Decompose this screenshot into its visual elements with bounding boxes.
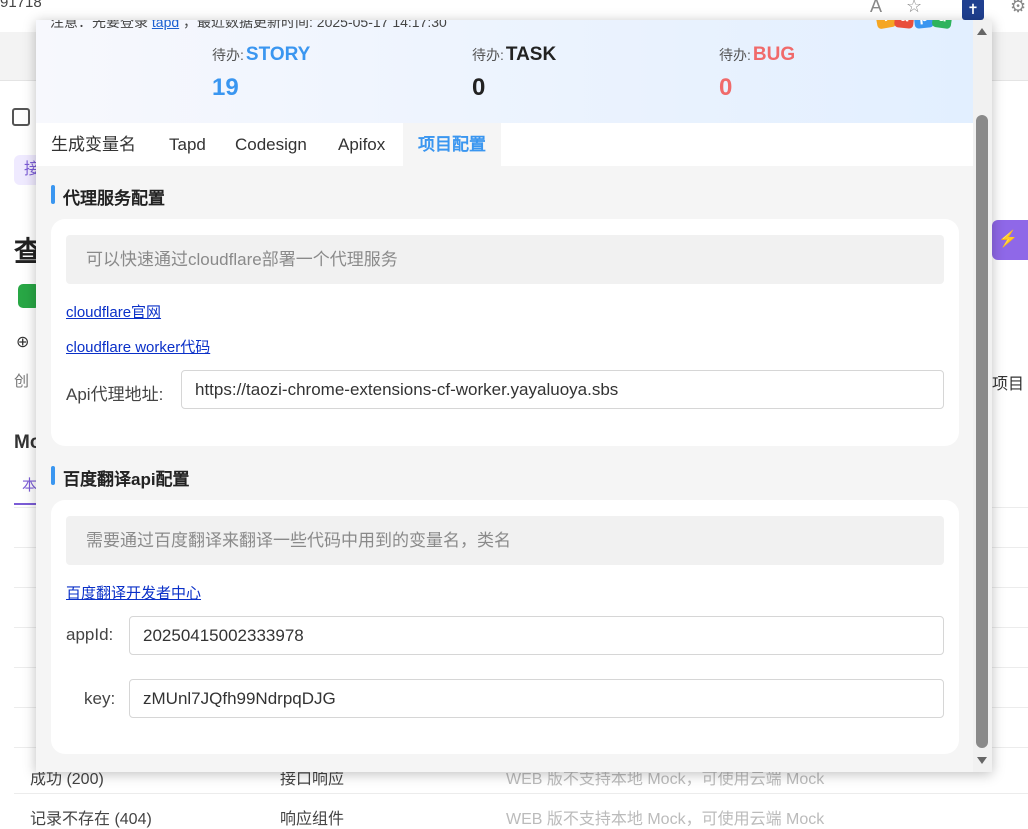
- stat-bug-value: 0: [719, 74, 733, 101]
- logo-letter: T: [874, 20, 897, 30]
- proxy-hint: 可以快速通过cloudflare部署一个代理服务: [66, 235, 944, 284]
- stat-bug-head: 待办: BUG: [719, 44, 795, 66]
- login-notice: 注意：先要登录 tapd ，最近数据更新时间: 2025-05-17 14:17…: [50, 20, 447, 32]
- api-proxy-label: Api代理地址:: [66, 385, 164, 404]
- appid-label: appId:: [66, 625, 114, 644]
- stat-story-head: 待办: STORY: [212, 44, 310, 66]
- row-name: 记录不存在 (404): [30, 811, 152, 828]
- stat-bug[interactable]: 待办: BUG 0: [719, 44, 795, 102]
- tab-project-config[interactable]: 项目配置: [403, 123, 501, 166]
- extension-popup: 注意：先要登录 tapd ，最近数据更新时间: 2025-05-17 14:17…: [36, 20, 992, 772]
- row-divider: [14, 793, 1028, 794]
- notice-prefix: 注意：先要登录: [50, 20, 148, 30]
- tab-apifox[interactable]: Apifox: [323, 123, 400, 166]
- api-proxy-input[interactable]: https://taozi-chrome-extensions-cf-worke…: [181, 370, 944, 409]
- background-tab-underline: [14, 503, 38, 505]
- baidu-card: 需要通过百度翻译来翻译一些代码中用到的变量名，类名 百度翻译开发者中心 appI…: [51, 500, 959, 754]
- stat-task-type: TASK: [505, 44, 557, 65]
- scroll-down-arrow-icon[interactable]: [977, 757, 987, 764]
- notice-suffix: ，最近数据更新时间: 2025-05-17 14:17:30: [183, 20, 447, 30]
- stat-story[interactable]: 待办: STORY 19: [212, 44, 310, 102]
- stat-task-label: 待办:: [472, 47, 504, 63]
- baidu-hint: 需要通过百度翻译来翻译一些代码中用到的变量名，类名: [66, 516, 944, 565]
- scroll-up-arrow-icon[interactable]: [977, 28, 987, 35]
- baidu-section-title: 百度翻译api配置: [51, 465, 190, 490]
- proxy-card: 可以快速通过cloudflare部署一个代理服务 cloudflare官网 cl…: [51, 219, 959, 446]
- settings-icon[interactable]: ⚙: [1010, 0, 1026, 17]
- proxy-section-title: 代理服务配置: [51, 184, 165, 209]
- logo-letter: a: [893, 20, 916, 29]
- tab-tapd[interactable]: Tapd: [154, 123, 221, 166]
- stat-task[interactable]: 待办: TASK 0: [472, 44, 556, 102]
- extension-icon[interactable]: ✝: [962, 0, 984, 20]
- stat-story-label: 待办:: [212, 47, 244, 63]
- background-project-label: 项目: [992, 376, 1025, 393]
- appid-input[interactable]: 20250415002333978: [129, 616, 944, 655]
- scroll-thumb[interactable]: [976, 115, 988, 748]
- tapd-logo: Tapd: [874, 20, 958, 42]
- tab-codesign[interactable]: Codesign: [220, 123, 322, 166]
- baidu-developer-link[interactable]: 百度翻译开发者中心: [66, 582, 201, 603]
- globe-icon: ⊕: [16, 334, 30, 351]
- tab-bar: 生成变量名 Tapd Codesign Apifox 项目配置: [36, 123, 973, 166]
- stat-task-value: 0: [472, 74, 486, 101]
- row-type: 响应组件: [280, 811, 345, 828]
- popup-header: 注意：先要登录 tapd ，最近数据更新时间: 2025-05-17 14:17…: [36, 20, 973, 123]
- popup-scrollbar[interactable]: [973, 20, 992, 772]
- tab-generate-variable[interactable]: 生成变量名: [36, 123, 151, 166]
- star-icon[interactable]: ☆: [906, 0, 922, 17]
- row-mock: WEB 版不支持本地 Mock，可使用云端 Mock: [506, 811, 825, 828]
- background-tab[interactable]: 本: [22, 474, 37, 495]
- key-input[interactable]: zMUnl7JQfh99NdrpqDJG: [129, 679, 944, 718]
- box-icon: [12, 108, 30, 126]
- logo-letter: d: [931, 20, 954, 30]
- address-bar-text[interactable]: 91718: [0, 0, 42, 11]
- cloudflare-site-link[interactable]: cloudflare官网: [66, 301, 161, 322]
- stat-task-head: 待办: TASK: [472, 44, 556, 66]
- read-aloud-icon[interactable]: A: [870, 0, 882, 17]
- stat-bug-type: BUG: [752, 44, 796, 65]
- run-button[interactable]: ⚡ 运: [992, 220, 1028, 288]
- key-label: key:: [84, 689, 116, 708]
- logo-letter: p: [912, 20, 935, 29]
- stat-bug-label: 待办:: [719, 47, 751, 63]
- stat-story-type: STORY: [245, 44, 311, 65]
- cloudflare-worker-code-link[interactable]: cloudflare worker代码: [66, 336, 210, 357]
- background-meta: 创: [14, 373, 30, 390]
- stat-story-value: 19: [212, 74, 239, 101]
- tapd-login-link[interactable]: tapd: [152, 20, 179, 30]
